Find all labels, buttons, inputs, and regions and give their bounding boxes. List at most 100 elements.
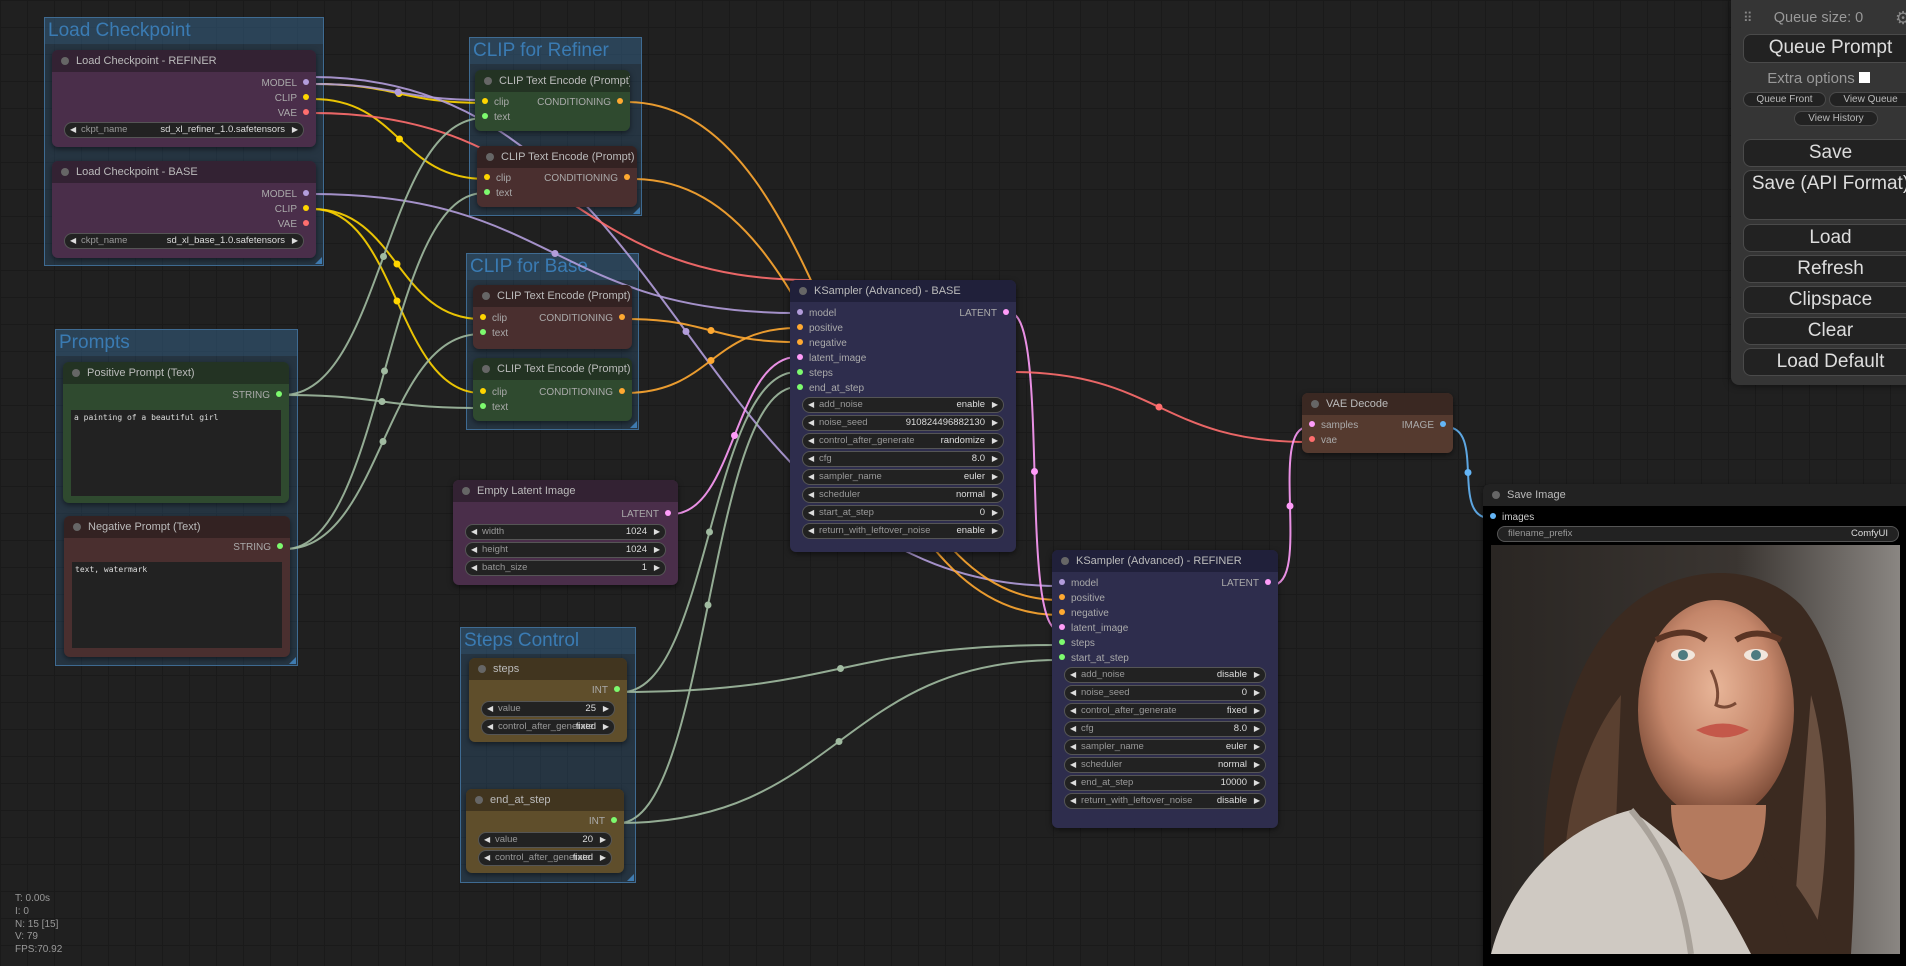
arrow-right-icon[interactable]: ▶ bbox=[1254, 722, 1260, 736]
node-steps[interactable]: steps INT ◀ value 25 ▶ ◀ control_after_gener… bbox=[469, 658, 627, 742]
slot-dot-icon[interactable] bbox=[1059, 639, 1065, 646]
widget-cfg[interactable]: ◀ cfg 8.0 ▶ bbox=[1064, 721, 1266, 737]
input-negative[interactable]: negative bbox=[1059, 607, 1109, 621]
slot-dot-icon[interactable] bbox=[484, 189, 490, 196]
slot-dot-icon[interactable] bbox=[303, 94, 309, 101]
node-title[interactable]: CLIP Text Encode (Prompt) bbox=[473, 285, 632, 307]
node-title[interactable]: Save Image bbox=[1483, 484, 1906, 506]
output-string[interactable]: STRING bbox=[232, 389, 282, 403]
arrow-right-icon[interactable]: ▶ bbox=[992, 488, 998, 502]
arrow-right-icon[interactable]: ▶ bbox=[992, 506, 998, 520]
output-conditioning[interactable]: CONDITIONING bbox=[544, 172, 630, 186]
slot-dot-icon[interactable] bbox=[619, 388, 625, 395]
node-ksampler-base[interactable]: KSampler (Advanced) - BASE model positive… bbox=[790, 280, 1016, 552]
slot-dot-icon[interactable] bbox=[1059, 624, 1065, 631]
arrow-right-icon[interactable]: ▶ bbox=[603, 720, 609, 734]
node-title[interactable]: CLIP Text Encode (Prompt) bbox=[477, 146, 637, 168]
arrow-left-icon[interactable]: ◀ bbox=[808, 488, 814, 502]
output-vae[interactable]: VAE bbox=[278, 218, 309, 232]
widget-control-after-generate[interactable]: ◀ control_after_generate randomize ▶ bbox=[802, 433, 1004, 449]
node-load-checkpoint-base[interactable]: Load Checkpoint - BASE MODEL CLIP VAE ◀ c… bbox=[52, 161, 316, 258]
widget-scheduler[interactable]: ◀ scheduler normal ▶ bbox=[802, 487, 1004, 503]
slot-dot-icon[interactable] bbox=[1490, 513, 1496, 520]
input-model[interactable]: model bbox=[797, 307, 836, 321]
node-title[interactable]: CLIP Text Encode (Prompt) bbox=[473, 358, 632, 380]
input-latent-image[interactable]: latent_image bbox=[797, 352, 866, 366]
output-model[interactable]: MODEL bbox=[261, 77, 309, 91]
collapse-dot-icon[interactable] bbox=[799, 287, 807, 295]
output-string[interactable]: STRING bbox=[233, 541, 283, 555]
slot-dot-icon[interactable] bbox=[665, 510, 671, 517]
queue-front-button[interactable]: Queue Front bbox=[1743, 92, 1826, 107]
slot-dot-icon[interactable] bbox=[1059, 579, 1065, 586]
arrow-right-icon[interactable]: ▶ bbox=[992, 416, 998, 430]
node-title[interactable]: Negative Prompt (Text) bbox=[64, 516, 290, 538]
arrow-right-icon[interactable]: ▶ bbox=[1254, 740, 1260, 754]
node-title[interactable]: end_at_step bbox=[466, 789, 624, 811]
node-title[interactable]: KSampler (Advanced) - REFINER bbox=[1052, 550, 1278, 572]
node-clip-text-encode-base-positive[interactable]: CLIP Text Encode (Prompt) clip text COND… bbox=[473, 358, 632, 421]
output-int[interactable]: INT bbox=[592, 684, 620, 698]
arrow-left-icon[interactable]: ◀ bbox=[808, 524, 814, 538]
resize-handle[interactable] bbox=[289, 657, 296, 664]
widget-value[interactable]: ◀ value 20 ▶ bbox=[478, 832, 612, 848]
widget-batch-size[interactable]: ◀ batch_size 1 ▶ bbox=[465, 560, 666, 576]
output-image[interactable]: IMAGE bbox=[1402, 419, 1446, 433]
slot-dot-icon[interactable] bbox=[1309, 421, 1315, 428]
node-title[interactable]: Load Checkpoint - BASE bbox=[52, 161, 316, 183]
node-title[interactable]: KSampler (Advanced) - BASE bbox=[790, 280, 1016, 302]
arrow-left-icon[interactable]: ◀ bbox=[70, 123, 76, 137]
widget-cfg[interactable]: ◀ cfg 8.0 ▶ bbox=[802, 451, 1004, 467]
output-latent[interactable]: LATENT bbox=[621, 508, 671, 522]
widget-value[interactable]: ◀ value 25 ▶ bbox=[481, 701, 615, 717]
node-clip-text-encode-refiner-negative[interactable]: CLIP Text Encode (Prompt) clip text COND… bbox=[477, 146, 637, 207]
arrow-right-icon[interactable]: ▶ bbox=[992, 434, 998, 448]
arrow-right-icon[interactable]: ▶ bbox=[600, 833, 606, 847]
arrow-left-icon[interactable]: ◀ bbox=[487, 702, 493, 716]
input-images[interactable]: images bbox=[1490, 511, 1534, 525]
load-button[interactable]: Load bbox=[1743, 224, 1906, 252]
node-clip-text-encode-base-negative[interactable]: CLIP Text Encode (Prompt) clip text COND… bbox=[473, 285, 632, 349]
input-positive[interactable]: positive bbox=[1059, 592, 1105, 606]
slot-dot-icon[interactable] bbox=[480, 403, 486, 410]
arrow-left-icon[interactable]: ◀ bbox=[471, 561, 477, 575]
load-default-button[interactable]: Load Default bbox=[1743, 348, 1906, 376]
slot-dot-icon[interactable] bbox=[303, 109, 309, 116]
output-clip[interactable]: CLIP bbox=[275, 203, 309, 217]
slot-dot-icon[interactable] bbox=[276, 391, 282, 398]
collapse-dot-icon[interactable] bbox=[72, 369, 80, 377]
extra-options[interactable]: Extra options bbox=[1731, 70, 1906, 87]
widget-height[interactable]: ◀ height 1024 ▶ bbox=[465, 542, 666, 558]
output-conditioning[interactable]: CONDITIONING bbox=[539, 386, 625, 400]
slot-dot-icon[interactable] bbox=[1440, 421, 1446, 428]
slot-dot-icon[interactable] bbox=[619, 314, 625, 321]
slot-dot-icon[interactable] bbox=[482, 113, 488, 120]
save-button[interactable]: Save bbox=[1743, 139, 1906, 167]
node-title[interactable]: VAE Decode bbox=[1302, 393, 1453, 415]
arrow-left-icon[interactable]: ◀ bbox=[808, 452, 814, 466]
arrow-right-icon[interactable]: ▶ bbox=[1254, 758, 1260, 772]
arrow-left-icon[interactable]: ◀ bbox=[808, 434, 814, 448]
collapse-dot-icon[interactable] bbox=[486, 153, 494, 161]
slot-dot-icon[interactable] bbox=[277, 543, 283, 550]
arrow-left-icon[interactable]: ◀ bbox=[484, 833, 490, 847]
collapse-dot-icon[interactable] bbox=[1311, 400, 1319, 408]
collapse-dot-icon[interactable] bbox=[462, 487, 470, 495]
arrow-right-icon[interactable]: ▶ bbox=[992, 398, 998, 412]
slot-dot-icon[interactable] bbox=[1003, 309, 1009, 316]
input-end-at-step[interactable]: end_at_step bbox=[797, 382, 864, 396]
output-conditioning[interactable]: CONDITIONING bbox=[539, 312, 625, 326]
arrow-right-icon[interactable]: ▶ bbox=[654, 561, 660, 575]
slot-dot-icon[interactable] bbox=[797, 309, 803, 316]
collapse-dot-icon[interactable] bbox=[478, 665, 486, 673]
gear-icon[interactable]: ⚙ bbox=[1895, 8, 1906, 29]
refresh-button[interactable]: Refresh bbox=[1743, 255, 1906, 283]
arrow-right-icon[interactable]: ▶ bbox=[992, 452, 998, 466]
input-positive[interactable]: positive bbox=[797, 322, 843, 336]
slot-dot-icon[interactable] bbox=[482, 98, 488, 105]
input-vae[interactable]: vae bbox=[1309, 434, 1337, 448]
node-end-at-step[interactable]: end_at_step INT ◀ value 20 ▶ ◀ control_after… bbox=[466, 789, 624, 873]
widget-add-noise[interactable]: ◀ add_noise enable ▶ bbox=[802, 397, 1004, 413]
arrow-left-icon[interactable]: ◀ bbox=[808, 506, 814, 520]
view-history-button[interactable]: View History bbox=[1794, 111, 1878, 126]
